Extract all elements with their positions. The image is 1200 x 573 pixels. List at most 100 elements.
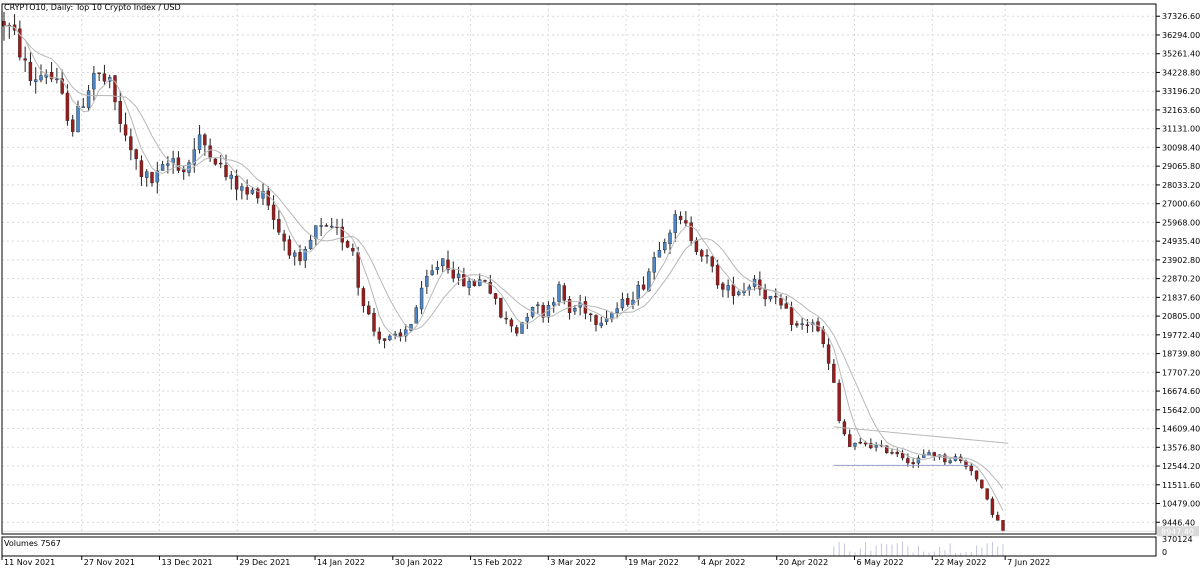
candle-body: [726, 285, 730, 291]
y-tick-label: 9446.40: [1162, 518, 1195, 527]
candle-body: [166, 163, 170, 166]
y-tick-label: 11511.60: [1162, 481, 1200, 490]
candle-body: [356, 252, 360, 288]
candle-body: [853, 442, 857, 447]
y-tick-label: 10479.00: [1162, 500, 1200, 509]
candle-body: [139, 160, 144, 178]
candle-body: [980, 479, 984, 489]
candle-body: [160, 164, 165, 171]
candle-body: [2, 21, 6, 27]
x-tick-label: 11 Nov 2021: [4, 558, 55, 567]
y-tick-label: 14609.40: [1162, 425, 1200, 434]
candle-body: [245, 187, 249, 195]
candle-body: [1001, 520, 1005, 532]
candlestick-chart[interactable]: 8947.40 37326.6036294.0035261.4034228.80…: [0, 0, 1200, 569]
y-tick-label: 32163.60: [1162, 106, 1200, 115]
candle-body: [266, 190, 270, 206]
candle-body: [314, 225, 318, 239]
candle-body: [562, 285, 566, 301]
candle-body: [134, 149, 138, 160]
candle-body: [287, 239, 292, 256]
x-tick-label: 15 Feb 2022: [473, 558, 523, 567]
y-tick-label: 21837.60: [1162, 293, 1200, 302]
candle-body: [636, 284, 640, 300]
chart-window[interactable]: 8947.40 37326.60 36294.00 35261.40 34228.80…: [0, 0, 1200, 569]
candle-body: [895, 452, 899, 455]
y-tick-label: 17707.20: [1162, 368, 1200, 377]
x-tick-label: 22 May 2022: [934, 558, 986, 567]
candle-body: [652, 257, 656, 273]
candle-body: [890, 452, 894, 454]
y-tick-label: 24935.40: [1162, 237, 1200, 246]
candle-body: [483, 280, 487, 282]
candle-body: [377, 331, 381, 340]
candle-body: [361, 288, 366, 307]
candle-body: [34, 79, 38, 83]
candle-body: [557, 284, 561, 302]
candle-body: [250, 189, 255, 194]
candle-body: [176, 157, 181, 171]
candle-body: [900, 452, 905, 459]
candle-body: [927, 452, 931, 456]
candle-body: [694, 240, 699, 252]
candle-body: [700, 250, 704, 257]
x-tick-label: 7 Jun 2022: [1007, 558, 1050, 567]
candle-body: [240, 186, 244, 191]
y-tick-label: 12544.20: [1162, 462, 1200, 471]
candle-body: [282, 233, 286, 242]
candle-body: [388, 335, 392, 340]
y-tick-label: 19772.40: [1162, 331, 1200, 340]
candle-body: [663, 242, 667, 251]
candle-body: [430, 270, 434, 275]
candle-body: [23, 58, 27, 61]
candle-body: [789, 306, 794, 325]
candle-body: [197, 134, 202, 150]
candle-body: [28, 62, 33, 81]
candle-body: [213, 158, 218, 165]
volume-label: Volumes 7567: [4, 539, 61, 548]
candle-body: [552, 302, 556, 306]
candle-body: [974, 470, 979, 480]
y-tick-label: 29065.80: [1162, 162, 1200, 171]
candle-body: [990, 498, 995, 515]
candle-body: [573, 307, 577, 312]
candle-body: [906, 458, 910, 464]
candle-body: [826, 344, 831, 364]
candle-body: [118, 101, 122, 124]
x-tick-label: 20 Apr 2022: [779, 558, 828, 567]
candle-body: [293, 252, 297, 257]
y-tick-label: 16674.60: [1162, 387, 1200, 396]
y-tick-label: 31131.00: [1162, 125, 1200, 134]
y-tick-label: 25968.00: [1162, 218, 1200, 227]
chart-title: CRYPTO10, Daily: Top 10 Crypto Index / U…: [4, 3, 181, 12]
candle-body: [525, 317, 529, 322]
candle-body: [626, 298, 630, 305]
candle-body: [145, 171, 149, 178]
candle-body: [298, 251, 302, 262]
y-tick-label: 13576.80: [1162, 443, 1200, 452]
x-tick-label: 14 Jan 2022: [317, 558, 365, 567]
candle-body: [996, 514, 1000, 521]
y-tick-label: 15642.00: [1162, 406, 1200, 415]
x-tick-label: 27 Nov 2021: [84, 558, 135, 567]
candle-body: [795, 323, 799, 326]
candle-body: [858, 442, 862, 444]
candle-body: [425, 276, 429, 287]
candle-body: [911, 462, 915, 465]
y-tick-label: 28033.20: [1162, 181, 1200, 190]
candle-body: [837, 382, 841, 422]
candle-body: [731, 284, 736, 296]
x-tick-label: 19 Mar 2022: [628, 558, 679, 567]
x-tick-label: 29 Dec 2021: [239, 558, 290, 567]
candle-body: [774, 295, 778, 298]
candle-body: [419, 287, 424, 310]
candle-body: [467, 280, 471, 288]
candle-body: [493, 293, 498, 299]
candle-body: [589, 313, 593, 316]
candle-body: [615, 308, 619, 313]
candle-body: [86, 90, 91, 108]
candle-body: [367, 305, 371, 315]
candle-body: [39, 75, 43, 81]
candle-body: [324, 225, 329, 227]
candle-body: [874, 444, 878, 448]
